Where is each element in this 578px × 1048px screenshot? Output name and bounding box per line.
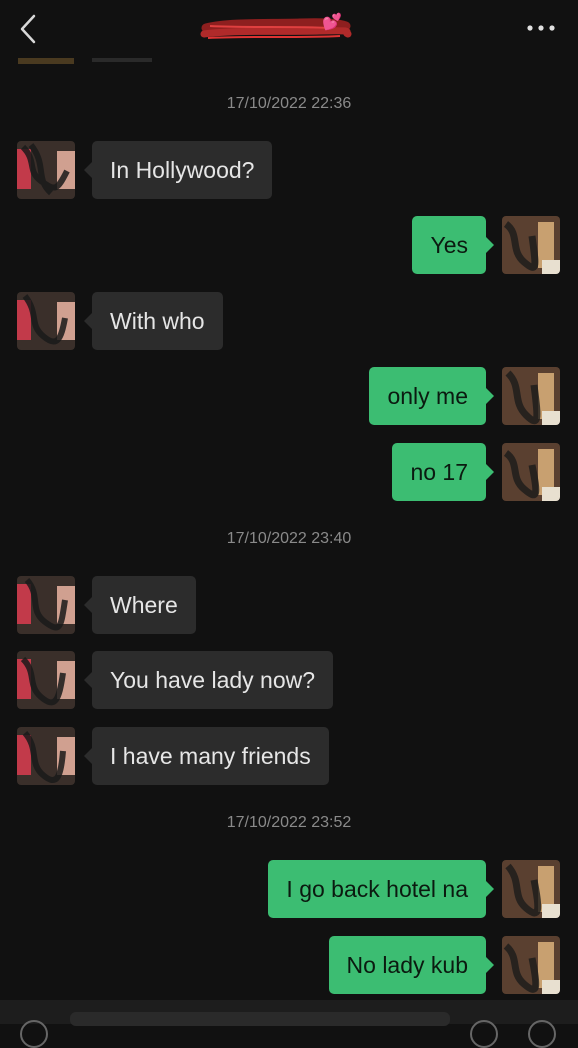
avatar[interactable] [17, 141, 75, 199]
message-bubble[interactable]: With who [84, 292, 223, 350]
message-row: With who [0, 292, 578, 350]
chevron-left-icon [20, 14, 36, 44]
message-row: In Hollywood? [0, 141, 578, 199]
avatar[interactable] [502, 860, 560, 918]
message-bubble[interactable]: no 17 [392, 443, 494, 501]
input-bar [0, 1000, 578, 1048]
back-button[interactable] [14, 12, 44, 46]
previous-message-edge [18, 58, 74, 64]
emoji: 💕 [322, 14, 342, 31]
message-bubble[interactable]: I have many friends [84, 727, 329, 785]
message-bubble[interactable]: You have lady now? [83, 651, 334, 709]
timestamp: 17/10/2022 23:52 [226, 814, 352, 831]
more-attachments-button[interactable] [528, 1020, 556, 1048]
message-bubble[interactable]: Where [84, 576, 196, 634]
avatar[interactable] [17, 727, 75, 785]
avatar[interactable] [17, 292, 75, 350]
avatar[interactable] [17, 651, 75, 709]
avatar[interactable] [502, 936, 560, 994]
timestamp: 17/10/2022 22:36 [226, 95, 352, 112]
previous-message-edge [92, 58, 152, 62]
message-row: I go back hotel na [0, 860, 578, 918]
top-bar: 💕 [0, 0, 578, 58]
message-bubble[interactable]: I go back hotel na [268, 860, 494, 918]
message-row: No lady kub [0, 936, 578, 994]
message-row: only me [0, 367, 578, 425]
avatar[interactable] [502, 216, 560, 274]
message-bubble[interactable]: In Hollywood? [83, 141, 273, 199]
message-row: You have lady now? [0, 651, 578, 709]
avatar[interactable] [502, 443, 560, 501]
more-options-button[interactable] [524, 18, 558, 38]
message-row: Where [0, 576, 578, 634]
message-row: no 17 [0, 443, 578, 501]
ellipsis-icon [527, 25, 555, 31]
message-bubble[interactable]: only me [369, 367, 494, 425]
avatar[interactable] [502, 367, 560, 425]
message-row: Yes [0, 216, 578, 274]
emoji-button[interactable] [470, 1020, 498, 1048]
message-row: I have many friends [0, 727, 578, 785]
message-bubble[interactable]: Yes [412, 216, 494, 274]
voice-toggle-button[interactable] [20, 1020, 48, 1048]
timestamp: 17/10/2022 23:40 [226, 530, 352, 547]
avatar[interactable] [17, 576, 75, 634]
message-bubble[interactable]: No lady kub [328, 936, 495, 994]
